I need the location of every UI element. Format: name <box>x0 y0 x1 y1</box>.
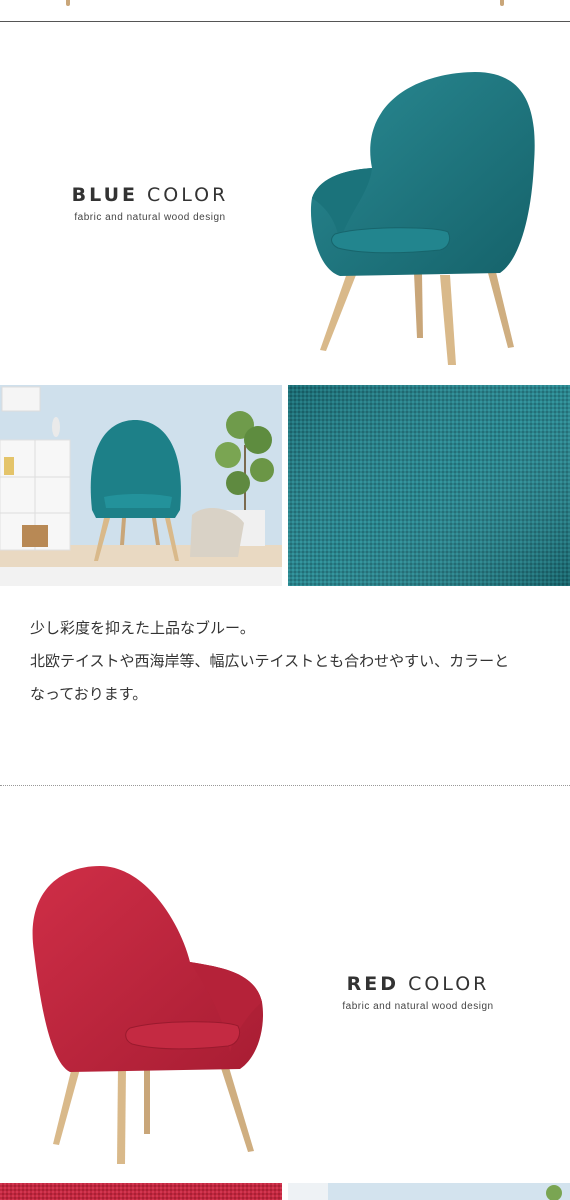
blue-title-light: COLOR <box>147 184 229 206</box>
red-room-photo <box>288 1183 570 1200</box>
previous-chair-leg <box>500 0 504 6</box>
red-subtitle: fabric and natural wood design <box>342 1001 494 1012</box>
blue-color-title: BLUE COLOR <box>20 184 280 206</box>
red-chair-image <box>32 866 264 1164</box>
blue-title-bold: BLUE <box>71 184 138 206</box>
description-line: 北欧テイストや西海岸等、幅広いテイストとも合わせやすい、カラーと <box>30 652 510 670</box>
red-title-light: COLOR <box>408 973 490 995</box>
section-divider <box>0 21 570 22</box>
blue-subtitle: fabric and natural wood design <box>74 212 226 223</box>
blue-chair-image <box>310 72 535 365</box>
red-title-bold: RED <box>346 973 400 995</box>
red-fabric-closeup <box>0 1183 282 1200</box>
description-line: 少し彩度を抑えた上品なブルー。 <box>30 619 255 637</box>
section-divider-dotted <box>0 785 570 786</box>
red-color-title: RED COLOR <box>288 973 548 995</box>
blue-room-photo <box>0 385 282 586</box>
blue-description: 少し彩度を抑えた上品なブルー。 北欧テイストや西海岸等、幅広いテイストとも合わせ… <box>30 612 550 711</box>
blue-fabric-closeup <box>288 385 570 586</box>
previous-chair-leg <box>66 0 70 6</box>
description-line: なっております。 <box>30 685 148 703</box>
